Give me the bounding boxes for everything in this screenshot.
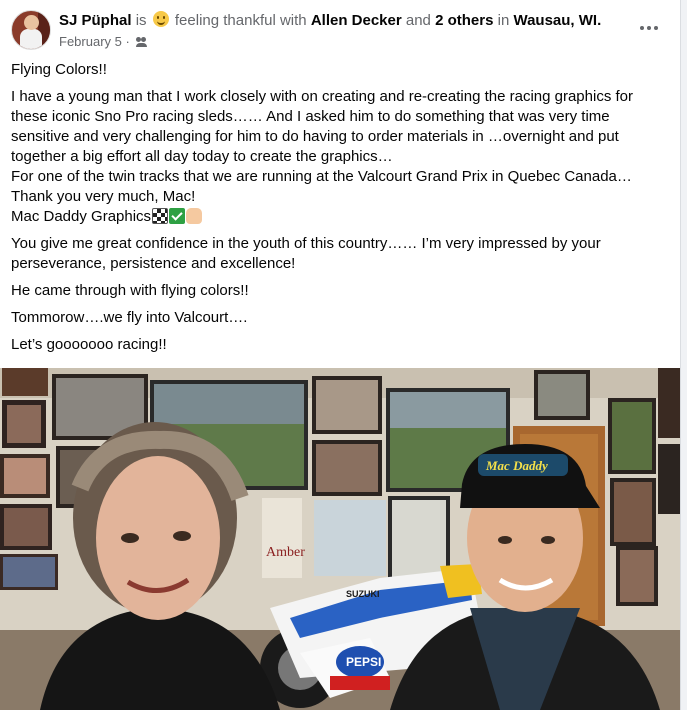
others-link[interactable]: 2 others [435, 12, 493, 29]
fist-bump-icon [186, 208, 203, 224]
meta-separator: · [125, 34, 130, 49]
more-options-icon [640, 26, 644, 30]
post-date[interactable]: February 5 [59, 34, 122, 49]
selfie-photo-illustration: Amber PEPSI SUZUKI Mac Daddy [0, 368, 680, 710]
post-paragraph-text: I have a young man that I work closely w… [11, 88, 633, 225]
poster-text: Amber [266, 545, 305, 560]
in-text: in [497, 12, 510, 29]
smiling-face-icon [152, 11, 169, 27]
check-mark-icon [169, 208, 186, 224]
cap-text: Mac Daddy [485, 458, 548, 473]
checkered-flag-icon [152, 208, 169, 224]
post-paragraph: Let’s gooooooo racing!! [11, 336, 167, 353]
post-paragraph: He came through with flying colors!! [11, 282, 249, 299]
post-header: SJ Püphal is feeling thankful with Allen… [0, 0, 680, 58]
post-title-line: SJ Püphal is feeling thankful with Allen… [59, 11, 601, 29]
bike-text-suzuki: SUZUKI [346, 589, 380, 599]
post-meta: February 5 · [59, 34, 148, 49]
post-paragraph: Flying Colors!! [11, 61, 107, 78]
and-text: and [405, 12, 431, 29]
more-options-button[interactable] [636, 16, 662, 40]
author-link[interactable]: SJ Püphal [59, 12, 132, 29]
post-text: Flying Colors!! I have a young man that … [11, 60, 671, 362]
post-card: SJ Püphal is feeling thankful with Allen… [0, 0, 681, 710]
feeling-text: feeling thankful with [174, 12, 307, 29]
post-photo[interactable]: Amber PEPSI SUZUKI Mac Daddy [0, 368, 680, 710]
location-link[interactable]: Wausau, WI. [513, 12, 601, 29]
post-paragraph: Tommorow….we fly into Valcourt…. [11, 309, 248, 326]
tagged-person-link[interactable]: Allen Decker [311, 12, 402, 29]
friends-icon[interactable] [136, 37, 148, 47]
post-paragraph: You give me great confidence in the yout… [11, 235, 601, 272]
is-text: is [135, 12, 147, 29]
post-paragraph: I have a young man that I work closely w… [11, 87, 671, 227]
avatar[interactable] [11, 10, 51, 50]
bike-text-pepsi: PEPSI [346, 655, 381, 669]
